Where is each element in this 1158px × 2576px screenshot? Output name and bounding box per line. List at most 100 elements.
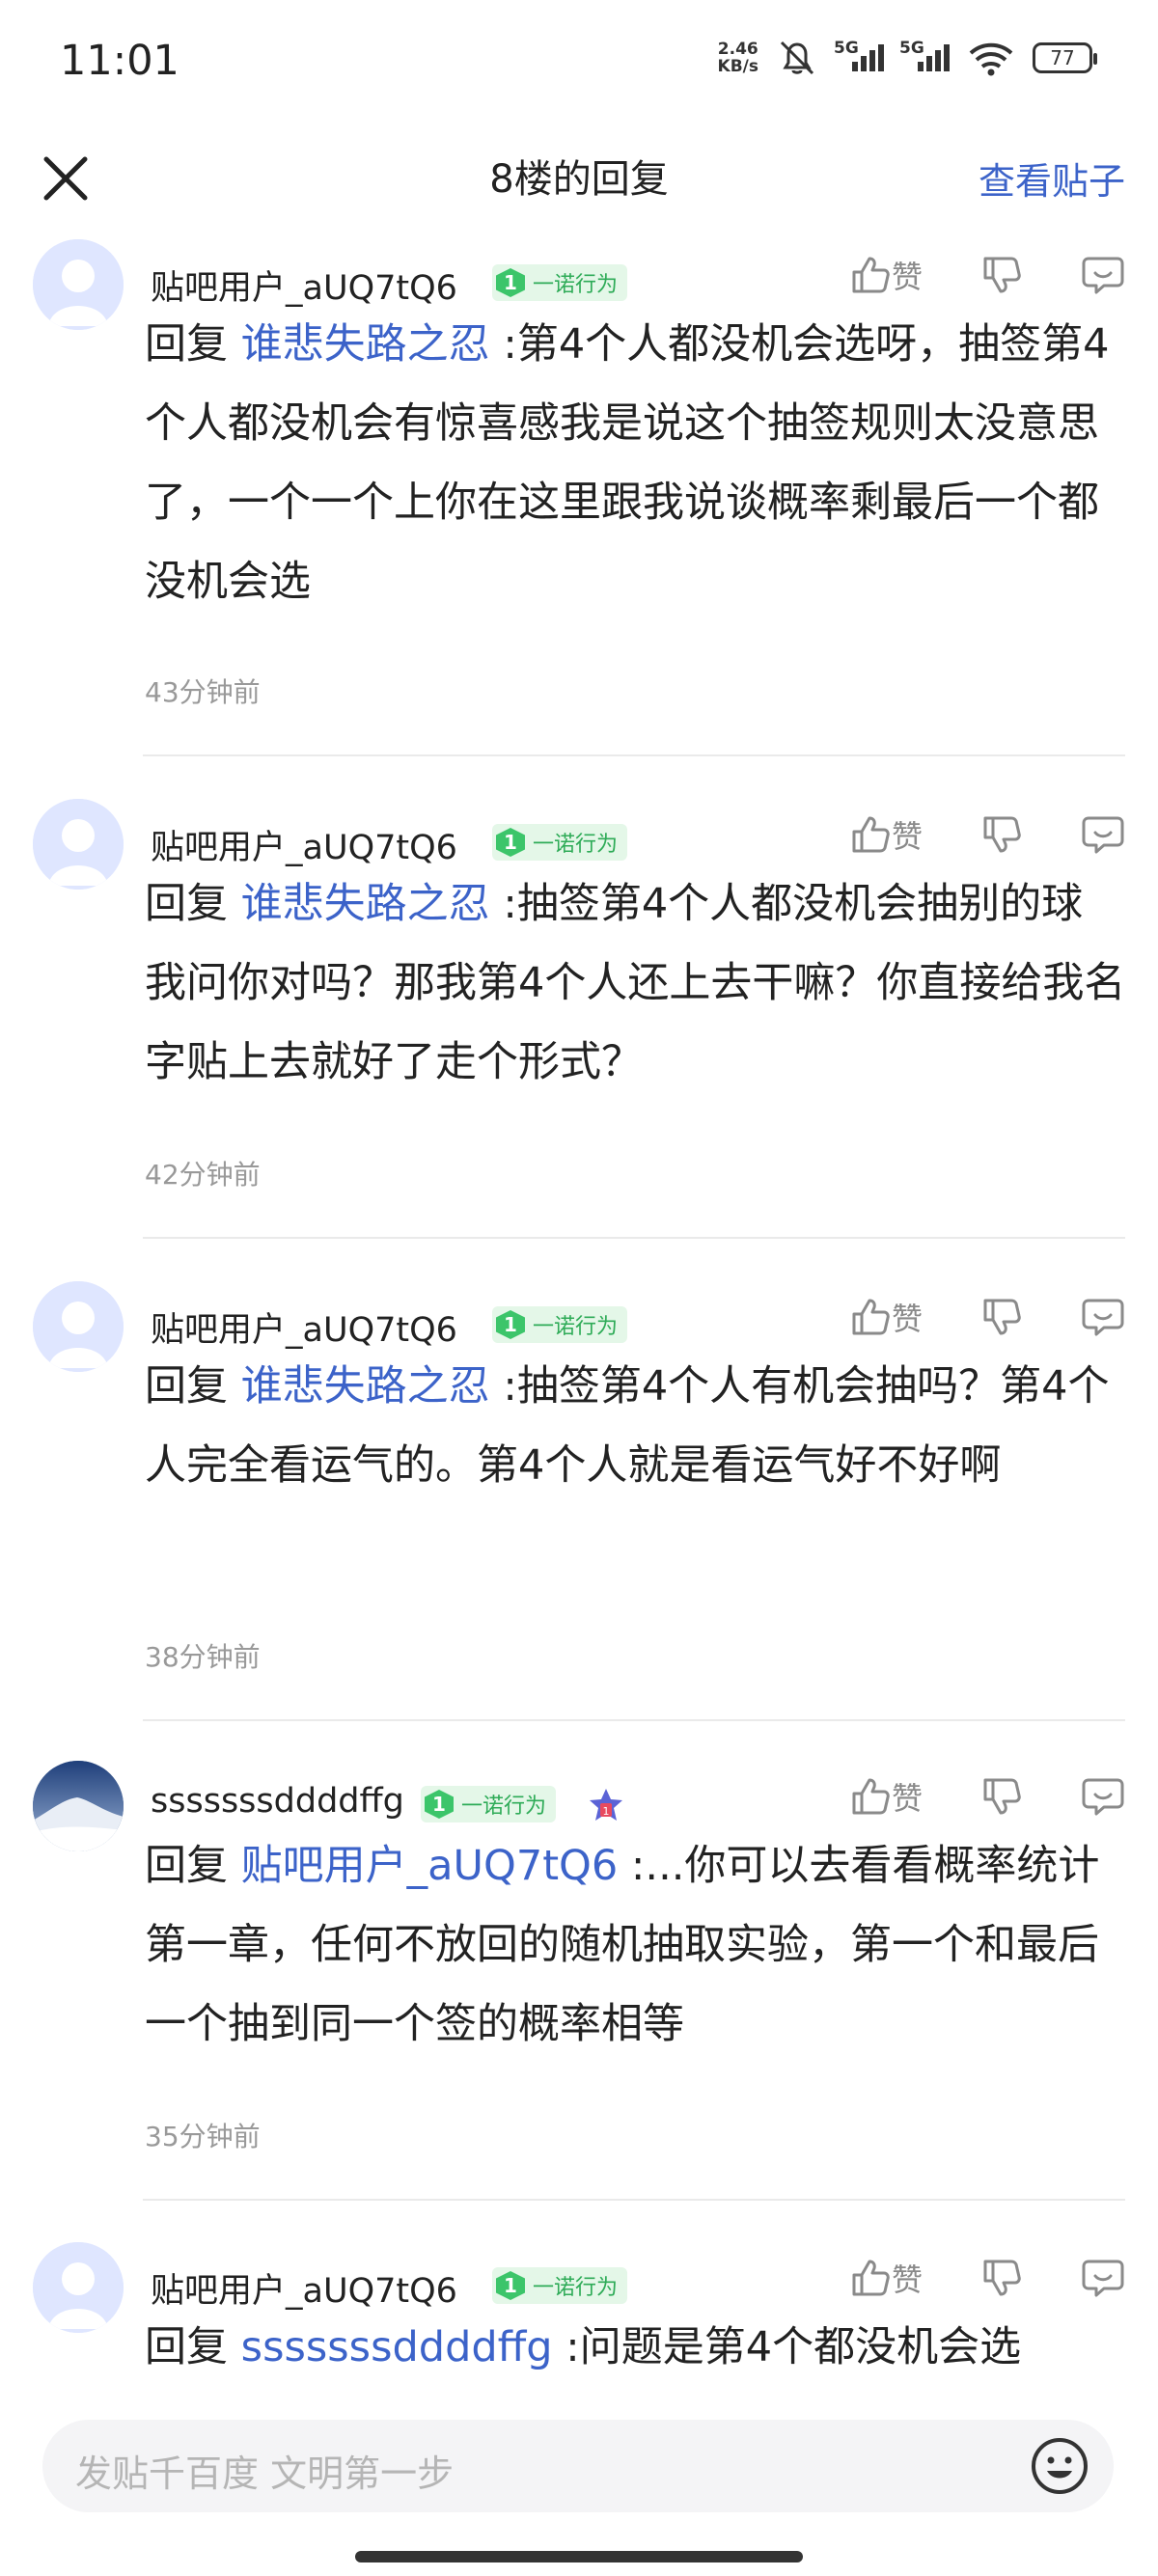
comment-text: 回复 贴吧用户_aUQ7tQ6 :...你可以去看看概率统计第一章，任何不放回的…	[145, 1826, 1129, 2064]
header: 8楼的回复 查看贴子	[0, 130, 1158, 227]
network-speed-unit: KB/s	[717, 57, 758, 76]
comment-text: 回复 谁悲失路之忍 :抽签第4个人有机会抽吗？第4个人完全看运气的。第4个人就是…	[145, 1347, 1129, 1505]
divider	[143, 1237, 1125, 1239]
level-badge: 1 一诺行为	[492, 824, 628, 861]
avatar[interactable]	[33, 1281, 124, 1372]
comment-item: 贴吧用户_aUQ7tQ6 1 一诺行为 赞 回复 sssssssddddffg …	[0, 2242, 1158, 2400]
signal-1-label: 5G	[834, 39, 859, 58]
level-badge: 1 一诺行为	[492, 2267, 628, 2304]
badge-level: 1	[496, 1310, 525, 1339]
thumbs-up-icon	[852, 257, 890, 293]
like-label: 赞	[891, 2261, 923, 2298]
thumbs-down-icon	[983, 257, 1021, 293]
comment-username[interactable]: 贴吧用户_aUQ7tQ6	[151, 820, 457, 869]
like-button[interactable]: 赞	[849, 812, 923, 857]
badge-text: 一诺行为	[533, 1315, 619, 1339]
divider	[143, 2199, 1125, 2201]
network-speed: 2.46 KB/s	[718, 41, 758, 75]
landscape-avatar-icon	[33, 1761, 124, 1851]
comment-icon	[1082, 1778, 1124, 1816]
divider	[143, 1719, 1125, 1721]
level-badge: 1 一诺行为	[492, 1306, 628, 1343]
comment-icon	[1082, 1299, 1124, 1336]
close-icon[interactable]	[39, 151, 93, 206]
reply-prefix: 回复	[145, 320, 228, 369]
avatar[interactable]	[33, 1761, 124, 1851]
like-button[interactable]: 赞	[849, 1774, 923, 1819]
reply-button[interactable]	[1081, 254, 1125, 296]
comment-actions: 赞	[849, 2256, 1125, 2300]
like-button[interactable]: 赞	[849, 1295, 923, 1339]
like-label: 赞	[891, 818, 923, 855]
comment-icon	[1082, 816, 1124, 854]
status-icons: 2.46 KB/s 5G 5G 77	[718, 39, 1097, 77]
avatar[interactable]	[33, 799, 124, 890]
network-speed-value: 2.46	[717, 40, 758, 59]
comment-username[interactable]: sssssssddddffg	[151, 1782, 404, 1821]
like-label: 赞	[891, 1780, 923, 1817]
comment-actions: 赞	[849, 253, 1125, 297]
default-avatar-icon	[33, 799, 124, 890]
emoji-icon[interactable]	[1029, 2435, 1090, 2497]
default-avatar-icon	[33, 1281, 124, 1372]
thumbs-down-icon	[983, 2260, 1021, 2296]
badge-level: 1	[496, 2271, 525, 2300]
reply-button[interactable]	[1081, 813, 1125, 856]
level-badge: 1 一诺行为	[492, 264, 628, 301]
thumbs-up-icon	[852, 1778, 890, 1815]
badge-text: 一诺行为	[461, 1795, 547, 1819]
mention-link[interactable]: sssssssddddffg	[241, 2323, 553, 2371]
comment-username[interactable]: 贴吧用户_aUQ7tQ6	[151, 1302, 457, 1352]
like-button[interactable]: 赞	[849, 253, 923, 297]
comment-time: 35分钟前	[145, 2121, 261, 2152]
mention-link[interactable]: 谁悲失路之忍	[241, 320, 490, 369]
comment-actions: 赞	[849, 812, 1125, 857]
signal-5g-2-icon: 5G	[899, 39, 950, 71]
signal-2-label: 5G	[899, 39, 924, 58]
status-time: 11:01	[60, 37, 179, 85]
signal-5g-1-icon: 5G	[834, 39, 884, 71]
reply-button[interactable]	[1081, 2257, 1125, 2299]
reply-button[interactable]	[1081, 1775, 1125, 1818]
wifi-icon	[969, 42, 1013, 76]
mention-link[interactable]: 贴吧用户_aUQ7tQ6	[241, 1842, 619, 1890]
dislike-button[interactable]	[980, 254, 1023, 296]
avatar[interactable]	[33, 239, 124, 330]
badge-text: 一诺行为	[533, 2276, 619, 2300]
reply-input[interactable]: 发贴千百度 文明第一步	[42, 2420, 1114, 2512]
dislike-button[interactable]	[980, 1775, 1023, 1818]
bell-muted-icon	[780, 41, 814, 75]
reply-content: :问题是第4个都没机会选	[552, 2323, 1022, 2371]
comment-icon	[1082, 2260, 1124, 2297]
avatar[interactable]	[33, 2242, 124, 2333]
home-indicator[interactable]	[355, 2551, 803, 2562]
mention-link[interactable]: 谁悲失路之忍	[241, 1362, 490, 1411]
rank-star-icon: 1	[590, 1789, 622, 1821]
thumbs-up-icon	[852, 1299, 890, 1335]
badge-text: 一诺行为	[533, 833, 619, 857]
dislike-button[interactable]	[980, 2257, 1023, 2299]
badge-level: 1	[425, 1790, 454, 1819]
level-badge: 1 一诺行为	[421, 1786, 557, 1822]
comment-username[interactable]: 贴吧用户_aUQ7tQ6	[151, 260, 457, 310]
reply-prefix: 回复	[145, 880, 228, 928]
comment-text: 回复 sssssssddddffg :问题是第4个都没机会选	[145, 2308, 1129, 2387]
thumbs-down-icon	[983, 1299, 1021, 1335]
like-button[interactable]: 赞	[849, 2256, 923, 2300]
reply-prefix: 回复	[145, 1362, 228, 1411]
mention-link[interactable]: 谁悲失路之忍	[241, 880, 490, 928]
view-post-link[interactable]: 查看贴子	[979, 151, 1125, 205]
default-avatar-icon	[33, 239, 124, 330]
reply-button[interactable]	[1081, 1296, 1125, 1338]
rank-star-level: 1	[603, 1805, 610, 1818]
comment-username[interactable]: 贴吧用户_aUQ7tQ6	[151, 2263, 457, 2313]
battery-icon: 77	[1033, 42, 1097, 73]
badge-level: 1	[496, 828, 525, 857]
reply-prefix: 回复	[145, 2323, 228, 2371]
dislike-button[interactable]	[980, 813, 1023, 856]
dislike-button[interactable]	[980, 1296, 1023, 1338]
badge-level: 1	[496, 268, 525, 297]
default-avatar-icon	[33, 2242, 124, 2333]
badge-text: 一诺行为	[533, 273, 619, 297]
like-label: 赞	[891, 259, 923, 295]
